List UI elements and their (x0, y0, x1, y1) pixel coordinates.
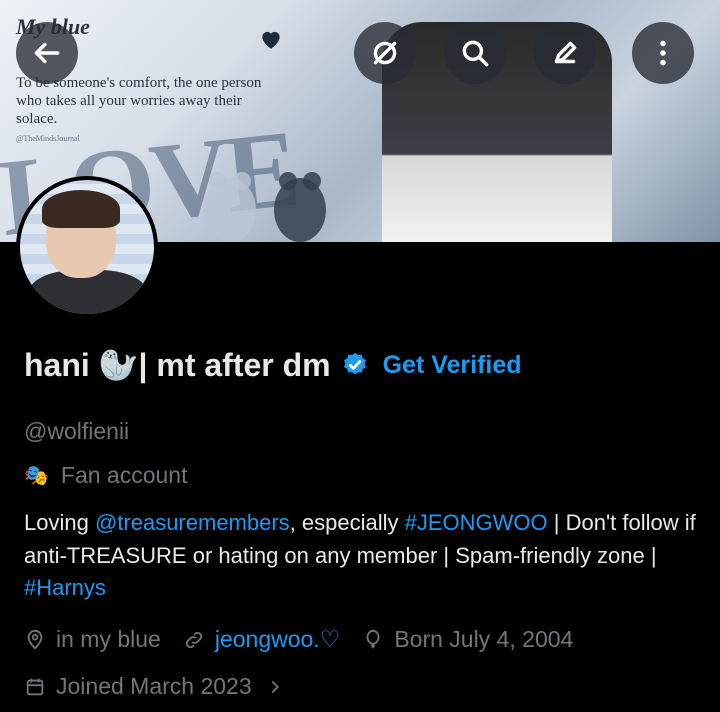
profile-name-row: hani 🦭| mt after dm Get Verified (24, 346, 522, 384)
get-verified-link[interactable]: Get Verified (383, 351, 522, 380)
verified-badge-icon[interactable] (341, 351, 369, 379)
hashtag-link[interactable]: #JEONGWOO (405, 510, 548, 535)
more-button[interactable] (632, 22, 694, 84)
profile-meta-row: in my blue jeongwoo.♡ Born July 4, 2004 (24, 626, 573, 653)
avatar-photo (20, 180, 154, 314)
calendar-icon (26, 678, 44, 695)
bio: Loving @treasuremembers, especially #JEO… (24, 507, 704, 605)
mention-link[interactable]: @treasuremembers (95, 510, 290, 535)
more-vertical-icon (660, 40, 666, 66)
location-pin-icon (27, 629, 43, 650)
link-icon (185, 631, 202, 648)
back-arrow-icon (34, 42, 60, 64)
avatar[interactable] (16, 176, 158, 318)
location-text: in my blue (56, 626, 161, 652)
bio-text: , especially (289, 510, 405, 535)
balloon-icon (366, 629, 380, 648)
gummy-bears-image (204, 172, 326, 242)
birthday-text: Born July 4, 2004 (394, 626, 574, 652)
joined-row[interactable]: Joined March 2023 (24, 673, 286, 700)
pencil-icon (554, 41, 577, 64)
grok-button[interactable] (354, 22, 416, 84)
handle: @wolfienii (24, 418, 130, 444)
heart-icon (262, 31, 280, 49)
bio-text: Loving (24, 510, 95, 535)
back-button[interactable] (16, 22, 78, 84)
theater-masks-icon: 🎭 (24, 465, 49, 487)
search-icon (462, 40, 489, 67)
website-link[interactable]: jeongwoo.♡ (215, 626, 340, 653)
category-label: Fan account (60, 462, 188, 488)
search-button[interactable] (444, 22, 506, 84)
edit-button[interactable] (534, 22, 596, 84)
joined-text: Joined March 2023 (56, 673, 252, 699)
display-name: hani 🦭| mt after dm (24, 347, 331, 383)
category-row: 🎭 Fan account (24, 462, 188, 489)
chevron-right-icon (271, 680, 279, 693)
grok-icon (373, 41, 397, 65)
hashtag-link[interactable]: #Harnys (24, 575, 106, 600)
